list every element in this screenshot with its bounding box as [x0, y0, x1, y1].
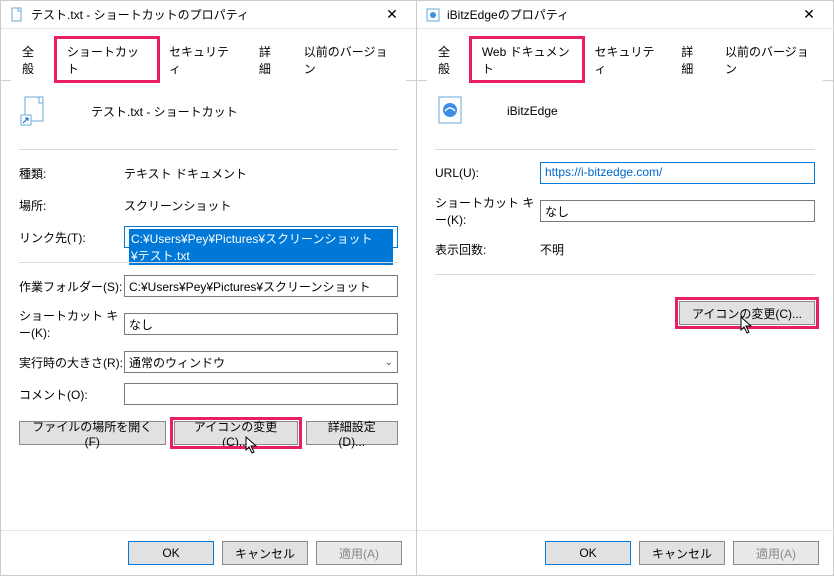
tab-security[interactable]: セキュリティ	[583, 38, 670, 81]
location-value: スクリーンショット	[124, 197, 398, 214]
divider	[19, 262, 398, 263]
ok-button[interactable]: OK	[545, 541, 631, 565]
hotkey-label: ショートカット キー(K):	[19, 307, 124, 341]
target-input[interactable]: C:¥Users¥Pey¥Pictures¥スクリーンショット¥テスト.txt	[124, 226, 398, 248]
tab-previous-versions[interactable]: 以前のバージョン	[293, 38, 406, 81]
tab-row: 全般 Web ドキュメント セキュリティ 詳細 以前のバージョン	[417, 29, 833, 81]
shortcut-name: テスト.txt - ショートカット	[91, 103, 238, 120]
tab-body: iBitzEdge URL(U): https://i-bitzedge.com…	[417, 81, 833, 530]
icon-row: テスト.txt - ショートカット	[19, 95, 398, 127]
right-properties-dialog: iBitzEdgeのプロパティ ✕ 全般 Web ドキュメント セキュリティ 詳…	[417, 0, 834, 576]
cancel-button[interactable]: キャンセル	[222, 541, 308, 565]
visits-value: 不明	[540, 241, 815, 258]
url-input[interactable]: https://i-bitzedge.com/	[540, 162, 815, 184]
comment-input[interactable]	[124, 383, 398, 405]
edge-shortcut-icon	[435, 95, 467, 127]
hotkey-value: なし	[129, 318, 153, 332]
location-label: 場所:	[19, 197, 124, 214]
target-value: C:¥Users¥Pey¥Pictures¥スクリーンショット¥テスト.txt	[129, 229, 393, 265]
tab-shortcut[interactable]: ショートカット	[56, 38, 158, 81]
ok-button[interactable]: OK	[128, 541, 214, 565]
change-icon-button[interactable]: アイコンの変更(C)...	[679, 301, 815, 325]
cancel-button[interactable]: キャンセル	[639, 541, 725, 565]
titlebar: テスト.txt - ショートカットのプロパティ ✕	[1, 1, 416, 29]
tab-general[interactable]: 全般	[11, 38, 56, 81]
comment-label: コメント(O):	[19, 386, 124, 403]
tab-details[interactable]: 詳細	[670, 38, 714, 81]
titlebar-text: テスト.txt - ショートカットのプロパティ	[31, 6, 376, 23]
tab-general[interactable]: 全般	[427, 38, 471, 81]
apply-button[interactable]: 適用(A)	[316, 541, 402, 565]
change-icon-button[interactable]: アイコンの変更(C)...	[174, 421, 298, 445]
startin-value: C:¥Users¥Pey¥Pictures¥スクリーンショット	[129, 280, 370, 294]
tab-row: 全般 ショートカット セキュリティ 詳細 以前のバージョン	[1, 29, 416, 81]
footer: OK キャンセル 適用(A)	[1, 530, 416, 575]
divider	[435, 149, 815, 150]
close-icon[interactable]: ✕	[793, 3, 825, 27]
run-label: 実行時の大きさ(R):	[19, 354, 124, 371]
chevron-down-icon: ⌄	[385, 357, 393, 368]
document-icon	[9, 7, 25, 23]
kind-label: 種類:	[19, 165, 124, 182]
advanced-button[interactable]: 詳細設定(D)...	[306, 421, 398, 445]
hotkey-input[interactable]: なし	[540, 200, 815, 222]
divider	[19, 149, 398, 150]
tab-security[interactable]: セキュリティ	[158, 38, 248, 81]
startin-label: 作業フォルダー(S):	[19, 278, 124, 295]
tab-details[interactable]: 詳細	[248, 38, 293, 81]
url-label: URL(U):	[435, 166, 540, 180]
internet-shortcut-icon	[425, 7, 441, 23]
button-row: アイコンの変更(C)...	[435, 301, 815, 325]
change-icon-label: アイコンの変更(C)...	[692, 305, 802, 322]
footer: OK キャンセル 適用(A)	[417, 530, 833, 575]
tab-web-document[interactable]: Web ドキュメント	[471, 38, 584, 81]
shortcut-name: iBitzEdge	[507, 104, 558, 118]
left-properties-dialog: テスト.txt - ショートカットのプロパティ ✕ 全般 ショートカット セキュ…	[0, 0, 417, 576]
tab-previous-versions[interactable]: 以前のバージョン	[714, 38, 823, 81]
button-row: ファイルの場所を開く(F) アイコンの変更(C)... 詳細設定(D)...	[19, 421, 398, 445]
run-combobox[interactable]: 通常のウィンドウ ⌄	[124, 351, 398, 373]
hotkey-input[interactable]: なし	[124, 313, 398, 335]
titlebar-text: iBitzEdgeのプロパティ	[447, 6, 793, 23]
open-file-location-button[interactable]: ファイルの場所を開く(F)	[19, 421, 166, 445]
shortcut-file-icon	[19, 95, 51, 127]
titlebar: iBitzEdgeのプロパティ ✕	[417, 1, 833, 29]
hotkey-label: ショートカット キー(K):	[435, 194, 540, 228]
run-value: 通常のウィンドウ	[129, 354, 225, 371]
tab-body: テスト.txt - ショートカット 種類: テキスト ドキュメント 場所: スク…	[1, 81, 416, 530]
apply-button[interactable]: 適用(A)	[733, 541, 819, 565]
icon-row: iBitzEdge	[435, 95, 815, 127]
kind-value: テキスト ドキュメント	[124, 165, 398, 182]
startin-input[interactable]: C:¥Users¥Pey¥Pictures¥スクリーンショット	[124, 275, 398, 297]
close-icon[interactable]: ✕	[376, 3, 408, 27]
change-icon-label: アイコンの変更(C)...	[187, 418, 285, 449]
hotkey-value: なし	[545, 205, 569, 219]
target-label: リンク先(T):	[19, 229, 124, 246]
url-value: https://i-bitzedge.com/	[545, 165, 662, 179]
divider	[435, 274, 815, 275]
visits-label: 表示回数:	[435, 241, 540, 258]
